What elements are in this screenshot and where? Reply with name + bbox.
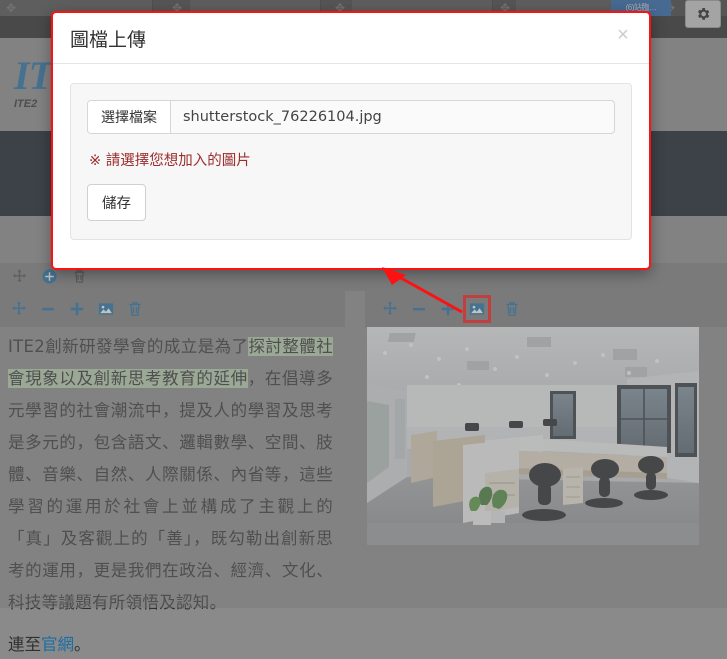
file-upload-modal: 圖檔上傳 × 選擇檔案 shutterstock_76226104.jpg ※ … bbox=[51, 11, 651, 270]
modal-header: 圖檔上傳 × bbox=[53, 13, 649, 64]
move-icon[interactable] bbox=[381, 300, 399, 318]
column-left: ITE2創新研發學會的成立是為了探討整體社會現象以及創新思考教育的延伸，在倡導多… bbox=[0, 291, 345, 654]
file-input[interactable]: 選擇檔案 shutterstock_76226104.jpg bbox=[87, 100, 615, 134]
close-icon[interactable]: × bbox=[611, 23, 635, 47]
link-suffix: 。 bbox=[74, 635, 91, 654]
article-paragraph: ITE2創新研發學會的成立是為了探討整體社會現象以及創新思考教育的延伸，在倡導多… bbox=[0, 327, 345, 619]
official-site-link[interactable]: 官網 bbox=[41, 635, 74, 654]
article-link-line: 連至官網。 bbox=[0, 619, 345, 659]
move-icon[interactable] bbox=[10, 267, 28, 285]
editor-columns: ITE2創新研發學會的成立是為了探討整體社會現象以及創新思考教育的延伸，在倡導多… bbox=[0, 291, 727, 654]
image-icon[interactable] bbox=[97, 300, 115, 318]
save-button[interactable]: 儲存 bbox=[87, 184, 146, 221]
column-right bbox=[365, 291, 727, 608]
image-icon[interactable] bbox=[463, 295, 491, 323]
minus-icon[interactable] bbox=[410, 300, 428, 318]
settings-button[interactable] bbox=[685, 0, 721, 28]
column-spacer bbox=[345, 291, 365, 608]
minus-icon[interactable] bbox=[39, 300, 57, 318]
content-image[interactable] bbox=[367, 327, 699, 545]
trash-icon[interactable] bbox=[126, 300, 144, 318]
upload-hint: ※ 請選擇您想加入的圖片 bbox=[89, 153, 251, 169]
choose-file-button[interactable]: 選擇檔案 bbox=[88, 101, 171, 133]
modal-title: 圖檔上傳 bbox=[70, 29, 147, 51]
move-icon: ✥ bbox=[5, 1, 17, 15]
gear-icon bbox=[695, 6, 711, 22]
move-icon[interactable] bbox=[10, 300, 28, 318]
column-right-toolbar bbox=[365, 291, 727, 327]
column-left-toolbar bbox=[0, 291, 345, 327]
office-photo bbox=[367, 327, 699, 545]
plus-icon[interactable] bbox=[439, 300, 457, 318]
paragraph-after: ，在倡導多元學習的社會潮流中，提及人的學習及思考是多元的，包含語文、邏輯數學、空… bbox=[8, 369, 334, 612]
link-prefix: 連至 bbox=[8, 635, 41, 654]
trash-icon[interactable] bbox=[503, 300, 521, 318]
selected-file-name: shutterstock_76226104.jpg bbox=[183, 109, 382, 125]
paragraph-before: ITE2創新研發學會的成立是為了 bbox=[8, 337, 249, 356]
plus-icon[interactable] bbox=[68, 300, 86, 318]
modal-body: 選擇檔案 shutterstock_76226104.jpg ※ 請選擇您想加入… bbox=[53, 64, 649, 259]
upload-panel: 選擇檔案 shutterstock_76226104.jpg ※ 請選擇您想加入… bbox=[70, 83, 632, 240]
